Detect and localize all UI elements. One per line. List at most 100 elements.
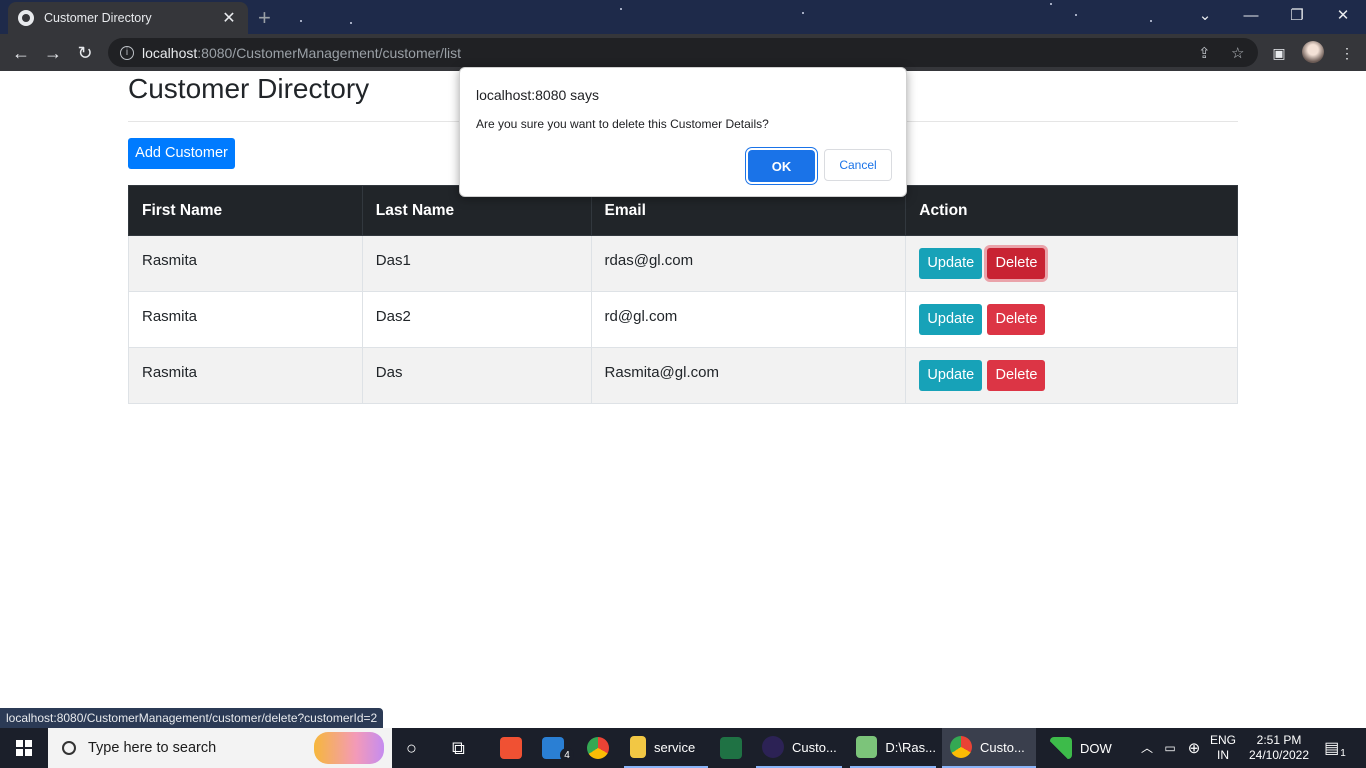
taskbar-item-explorer[interactable]: service (624, 728, 708, 768)
clock-date: 24/10/2022 (1248, 748, 1310, 762)
taskbar-item-notepad[interactable]: D:\Ras... (850, 728, 936, 768)
search-placeholder: Type here to search (88, 740, 217, 756)
start-button[interactable] (0, 728, 48, 768)
network-globe-icon[interactable]: ⊕ (1184, 728, 1204, 768)
page-title: Customer Directory (128, 73, 370, 104)
tab-title: Customer Directory (44, 11, 152, 25)
notification-count: 1 (1340, 747, 1346, 759)
email-cell: rd@gl.com (590, 291, 907, 348)
column-header-action: Action (905, 185, 1238, 236)
forward-arrow-icon[interactable]: → (40, 40, 66, 66)
taskbar-item-stocks[interactable]: DOW (1050, 728, 1112, 768)
eclipse-icon (762, 736, 784, 758)
last-name-cell: Das2 (361, 291, 592, 348)
update-button[interactable]: Update (919, 248, 983, 279)
windows-taskbar: Type here to search ○ ⧉ 4 service Custo.… (0, 728, 1366, 768)
git-app-icon[interactable] (500, 728, 530, 768)
search-icon (62, 741, 76, 755)
mail-icon[interactable]: 4 (542, 728, 574, 768)
action-cell: Update Delete (905, 291, 1238, 348)
delete-button[interactable]: Delete (987, 248, 1046, 279)
browser-menu-icon[interactable]: ⋮ (1336, 42, 1358, 64)
action-cell: Update Delete (905, 347, 1238, 404)
action-cell: Update Delete (905, 235, 1238, 292)
decorative-star (802, 12, 804, 14)
table-row: Rasmita Das Rasmita@gl.com Update Delete (128, 347, 1238, 404)
notepad-icon (856, 736, 878, 758)
customer-table: First Name Last Name Email Action Rasmit… (128, 185, 1238, 404)
lang-top: ENG (1209, 733, 1236, 747)
taskbar-item-label: DOW (1080, 740, 1112, 756)
chrome-icon (950, 736, 972, 758)
taskbar-item-label: D:\Ras... (885, 739, 936, 755)
chrome-icon[interactable] (587, 728, 617, 768)
table-row: Rasmita Das2 rd@gl.com Update Delete (128, 291, 1238, 348)
windows-logo-icon (16, 740, 32, 756)
profile-avatar[interactable] (1302, 41, 1324, 63)
taskbar-search[interactable]: Type here to search (48, 728, 392, 768)
url-host: localhost (142, 44, 198, 61)
address-bar[interactable]: i localhost:8080/CustomerManagement/cust… (108, 38, 1258, 67)
taskbar-item-label: Custo... (980, 739, 1025, 755)
confirm-dialog: localhost:8080 says Are you sure you wan… (459, 67, 907, 197)
update-button[interactable]: Update (919, 304, 983, 335)
delete-button[interactable]: Delete (987, 304, 1046, 335)
new-tab-icon[interactable]: + (258, 5, 271, 31)
window-close-icon[interactable]: ✕ (1320, 0, 1366, 30)
url-path: :8080/CustomerManagement/customer/list (197, 44, 462, 61)
decorative-star (1150, 20, 1152, 22)
language-indicator[interactable]: ENG IN (1208, 728, 1238, 768)
taskbar-item-eclipse[interactable]: Custo... (756, 728, 842, 768)
decorative-star (620, 8, 622, 10)
clock-time: 2:51 PM (1256, 733, 1302, 747)
first-name-cell: Rasmita (128, 347, 363, 404)
decorative-star (1050, 3, 1052, 5)
column-header-first-name: First Name (128, 185, 363, 236)
decorative-star (1075, 14, 1077, 16)
cancel-button[interactable]: Cancel (824, 149, 892, 181)
side-panel-icon[interactable]: ▣ (1268, 42, 1290, 64)
decorative-star (350, 22, 352, 24)
notification-icon[interactable]: ▤ 1 (1320, 728, 1350, 768)
search-highlight-image (314, 732, 384, 764)
browser-toolbar: ← → ↻ i localhost:8080/CustomerManagemen… (0, 34, 1366, 71)
share-icon[interactable]: ⇪ (1198, 38, 1211, 67)
add-customer-button[interactable]: Add Customer (128, 138, 235, 169)
battery-icon[interactable]: ▭ (1160, 728, 1180, 768)
dialog-title: localhost:8080 says (476, 87, 599, 103)
first-name-cell: Rasmita (128, 235, 363, 292)
restore-icon[interactable]: ❐ (1274, 0, 1320, 30)
mail-badge: 4 (560, 748, 574, 762)
email-cell: rdas@gl.com (590, 235, 907, 292)
bookmark-star-icon[interactable]: ☆ (1231, 38, 1244, 67)
clock[interactable]: 2:51 PM 24/10/2022 (1246, 728, 1312, 768)
cortana-icon[interactable]: ○ (406, 728, 417, 768)
email-cell: Rasmita@gl.com (590, 347, 907, 404)
last-name-cell: Das (361, 347, 592, 404)
reload-icon[interactable]: ↻ (72, 40, 98, 66)
link-status-bubble: localhost:8080/CustomerManagement/custom… (0, 708, 384, 728)
chevron-up-icon[interactable]: ︿ (1138, 728, 1156, 768)
delete-button[interactable]: Delete (987, 360, 1046, 391)
lang-bottom: IN (1217, 748, 1229, 762)
taskbar-item-label: Custo... (792, 739, 837, 755)
update-button[interactable]: Update (919, 360, 983, 391)
taskbar-item-label: service (654, 739, 696, 755)
dialog-message: Are you sure you want to delete this Cus… (476, 117, 769, 131)
first-name-cell: Rasmita (128, 291, 363, 348)
back-arrow-icon[interactable]: ← (8, 40, 34, 66)
decorative-star (300, 20, 302, 22)
stock-chart-icon (1050, 737, 1072, 759)
close-tab-icon[interactable]: ✕ (220, 8, 238, 28)
task-view-icon[interactable]: ⧉ (452, 728, 465, 768)
browser-tab-strip: Customer Directory ✕ + ⌄ — ❐ ✕ (0, 0, 1366, 34)
taskbar-item-chrome[interactable]: Custo... (942, 728, 1036, 768)
minimize-icon[interactable]: — (1228, 0, 1274, 30)
info-icon[interactable]: i (120, 45, 134, 60)
excel-icon[interactable] (720, 728, 750, 768)
ok-button[interactable]: OK (748, 150, 815, 182)
browser-tab[interactable]: Customer Directory ✕ (8, 2, 248, 34)
last-name-cell: Das1 (361, 235, 592, 292)
table-row: Rasmita Das1 rdas@gl.com Update Delete (128, 235, 1238, 292)
tab-search-icon[interactable]: ⌄ (1182, 0, 1228, 30)
